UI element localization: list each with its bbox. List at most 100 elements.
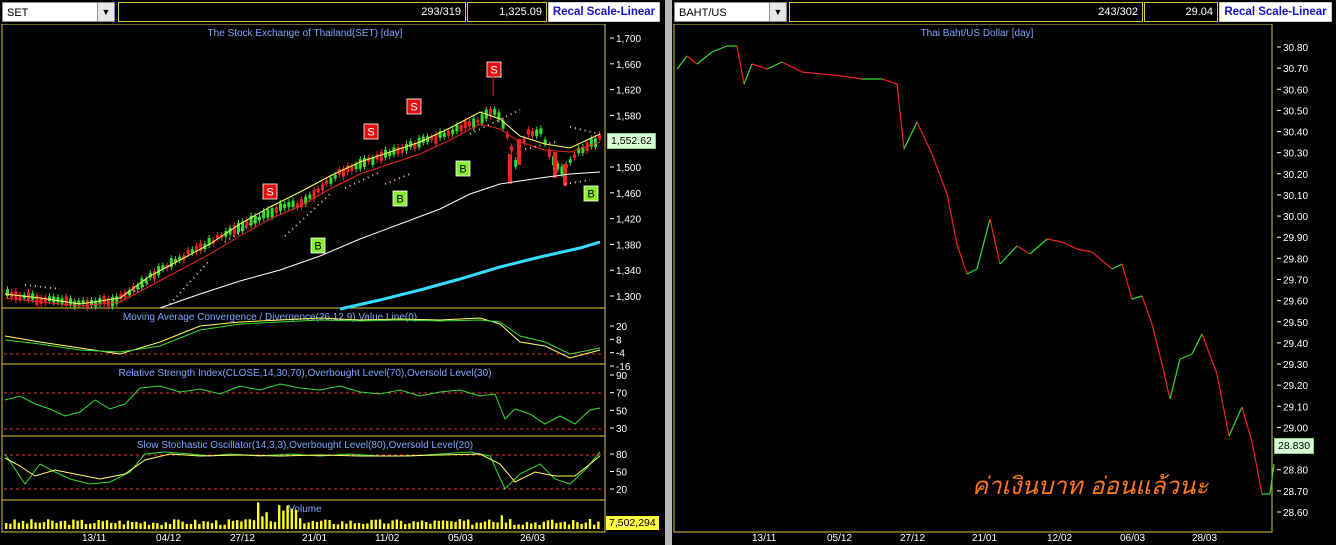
volume-bar <box>513 524 516 529</box>
price-tick-label: 1,340 <box>616 266 641 277</box>
volume-bar <box>576 522 579 529</box>
candle-body <box>85 300 89 308</box>
volume-bar <box>202 521 205 529</box>
volume-bar <box>21 521 25 529</box>
ma-long-line <box>339 240 601 311</box>
price-tick-label: 30.80 <box>1283 43 1308 54</box>
candle-body <box>493 109 497 115</box>
candle-body <box>447 130 450 136</box>
volume-bar <box>349 520 352 529</box>
candle-body <box>266 209 270 218</box>
candle-body <box>283 204 287 209</box>
candle-body <box>371 157 375 165</box>
volume-bar <box>475 522 478 529</box>
candle-body <box>553 152 557 178</box>
price-segment <box>1141 295 1153 325</box>
price-segment <box>1016 245 1031 255</box>
volume-bar <box>156 523 159 529</box>
volume-bar <box>198 523 201 529</box>
date-tick-label: 04/12 <box>156 533 182 544</box>
price-segment <box>1131 295 1143 300</box>
candle-body <box>308 194 312 199</box>
date-tick-label: 05/12 <box>827 533 853 544</box>
volume-bar <box>429 523 432 529</box>
price-segment <box>1151 323 1163 365</box>
volume-bar <box>294 509 298 529</box>
chart-title: Thai Baht/US Dollar [day] <box>921 28 1034 39</box>
set-chart-panel: SET ▼ 293/319 1,325.09 Recal Scale-Linea… <box>0 0 666 545</box>
baht-chart-panel: BAHT/US ▼ 243/302 29.04 Recal Scale-Line… <box>672 0 1336 545</box>
volume-bar <box>51 520 54 529</box>
volume-bar <box>412 521 415 529</box>
price-segment <box>999 245 1018 265</box>
volume-bar <box>152 522 155 529</box>
volume-bar <box>563 521 566 529</box>
candle-body <box>325 180 329 184</box>
candle-body <box>43 296 47 303</box>
macd-title: Moving Average Convergence / Divergence(… <box>123 312 417 323</box>
last-value-box: 1,325.09 <box>467 2 547 22</box>
volume-bar <box>425 522 428 529</box>
price-tick-label: 29.90 <box>1283 233 1308 244</box>
price-segment <box>1091 251 1113 270</box>
macd-axis: 208-4-16 <box>610 322 631 373</box>
volume-bar <box>538 524 541 529</box>
volume-bar <box>13 519 16 529</box>
price-segment <box>1169 358 1181 400</box>
volume-bar <box>68 524 71 529</box>
price-segment <box>1201 333 1218 375</box>
price-segment <box>1061 241 1078 250</box>
rsi-tick-label: 30 <box>616 424 628 435</box>
stoch-title: Slow Stochastic Oscillator(14,3,3),Overb… <box>137 440 473 451</box>
candle-body <box>169 258 173 268</box>
volume-bar <box>72 519 75 529</box>
volume-bar <box>483 521 487 529</box>
signal-marker-s: S <box>262 183 278 200</box>
volume-bar <box>30 519 33 529</box>
panel-splitter[interactable] <box>665 0 672 545</box>
volume-bar <box>147 524 151 529</box>
volume-bar <box>315 521 319 529</box>
volume-bar <box>9 523 12 529</box>
signal-marker-b: B <box>583 185 599 202</box>
volume-bar <box>593 524 596 529</box>
recal-scale-button[interactable]: Recal Scale-Linear <box>1219 2 1332 22</box>
volume-bar <box>488 519 491 529</box>
price-segment <box>1121 263 1133 300</box>
price-tick-label: 30.50 <box>1283 106 1308 117</box>
volume-bar <box>416 522 419 529</box>
candle-body <box>287 202 291 208</box>
candle-body <box>442 132 446 137</box>
chevron-down-icon[interactable]: ▼ <box>769 3 786 21</box>
recal-scale-button[interactable]: Recal Scale-Linear <box>548 2 660 22</box>
svg-text:B: B <box>459 164 466 176</box>
volume-bar <box>299 518 302 529</box>
price-tick-label: 30.20 <box>1283 170 1308 181</box>
volume-bar <box>97 519 100 529</box>
candle-body <box>535 129 539 137</box>
price-segment <box>1029 238 1048 255</box>
macd-tick-label: -4 <box>616 349 625 360</box>
symbol-value: BAHT/US <box>679 7 727 19</box>
candle-body <box>329 177 333 184</box>
candle-body <box>568 159 572 163</box>
candle-body <box>27 291 30 300</box>
price-segment <box>736 45 745 85</box>
symbol-select[interactable]: BAHT/US ▼ <box>674 2 787 22</box>
volume-bar <box>80 519 83 529</box>
signal-marker-b: B <box>455 160 471 177</box>
volume-bar <box>567 524 571 529</box>
volume-bar <box>408 523 411 529</box>
set-chart-area[interactable]: The Stock Exchange of Thailand(SET) [day… <box>0 24 665 545</box>
volume-bar <box>471 524 474 529</box>
price-segment <box>931 153 948 195</box>
candle-body <box>531 131 534 137</box>
volume-bar <box>231 520 235 529</box>
price-segment <box>696 51 713 65</box>
volume-bar <box>450 521 453 529</box>
candle-body <box>468 121 471 127</box>
volume-bar <box>504 522 508 529</box>
stoch-tick-label: 20 <box>616 485 628 496</box>
chevron-down-icon[interactable]: ▼ <box>97 3 114 21</box>
symbol-select[interactable]: SET ▼ <box>2 2 115 22</box>
